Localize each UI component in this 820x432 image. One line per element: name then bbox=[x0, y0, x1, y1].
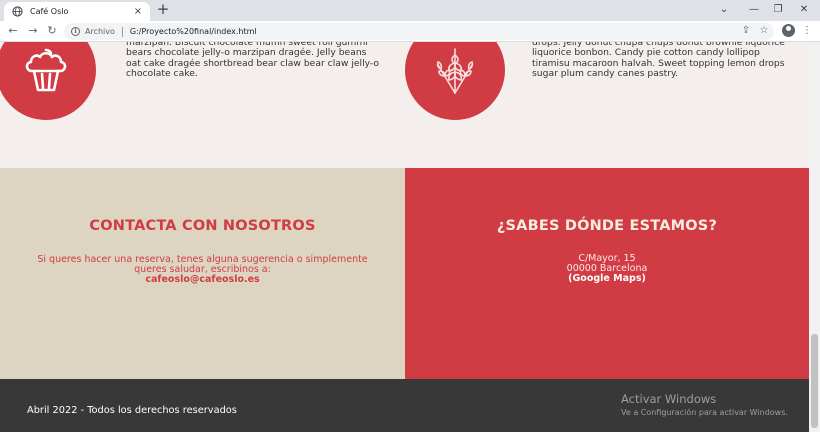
watermark-title: Activar Windows bbox=[621, 392, 717, 406]
address-url[interactable]: G:/Proyecto%20final/index.html bbox=[130, 27, 257, 36]
location-section: ¿SABES DÓNDE ESTAMOS? C/Mayor, 15 00000 … bbox=[405, 168, 809, 379]
profile-avatar-icon[interactable] bbox=[782, 24, 795, 37]
google-maps-link[interactable]: (Google Maps) bbox=[405, 274, 809, 284]
info-icon[interactable]: i bbox=[71, 27, 80, 36]
page-viewport: marzipan. Biscuit chocolate muffin sweet… bbox=[0, 42, 809, 432]
browser-tab[interactable]: Café Oslo × bbox=[4, 2, 150, 21]
feature-text-left: marzipan. Biscuit chocolate muffin sweet… bbox=[126, 42, 380, 80]
globe-icon bbox=[12, 6, 23, 17]
scrollbar-thumb[interactable] bbox=[811, 334, 818, 428]
new-tab-button[interactable]: + bbox=[155, 2, 171, 18]
reload-icon[interactable]: ↻ bbox=[45, 24, 59, 38]
footer-copyright: Abril 2022 - Todos los derechos reservad… bbox=[27, 405, 237, 416]
feature-text-right: drops. Jelly donut chupa chups donut bro… bbox=[532, 42, 785, 80]
wheat-icon bbox=[436, 48, 474, 94]
contact-email-link[interactable]: cafeoslo@cafeoslo.es bbox=[0, 274, 405, 285]
address-bar[interactable]: i Archivo G:/Proyecto%20final/index.html bbox=[64, 23, 774, 40]
windows-activation-watermark: Activar Windows Ve a Configuración para … bbox=[621, 392, 788, 417]
features-section: marzipan. Biscuit chocolate muffin sweet… bbox=[0, 42, 809, 168]
minimize-icon[interactable]: — bbox=[742, 2, 766, 18]
browser-toolbar: ← → ↻ i Archivo G:/Proyecto%20final/inde… bbox=[0, 21, 820, 42]
forward-icon[interactable]: → bbox=[26, 24, 40, 38]
browser-tab-strip: Café Oslo × + ⌄ — ❐ ✕ bbox=[0, 0, 820, 21]
back-icon[interactable]: ← bbox=[6, 24, 20, 38]
contact-section: CONTACTA CON NOSOTROS Si queres hacer un… bbox=[0, 168, 405, 379]
contact-title: CONTACTA CON NOSOTROS bbox=[89, 218, 316, 234]
page-scrollbar[interactable] bbox=[809, 42, 820, 432]
location-title: ¿SABES DÓNDE ESTAMOS? bbox=[496, 218, 718, 234]
tab-title: Café Oslo bbox=[30, 7, 69, 16]
browser-menu-icon[interactable]: ⋮ bbox=[800, 24, 814, 38]
wheat-icon-circle bbox=[405, 42, 505, 120]
share-icon[interactable]: ⇪ bbox=[739, 24, 753, 38]
tab-search-icon[interactable]: ⌄ bbox=[712, 2, 736, 18]
cupcake-icon bbox=[25, 48, 67, 92]
cupcake-icon-circle bbox=[0, 42, 96, 120]
address-divider bbox=[121, 26, 123, 37]
watermark-subtitle: Ve a Configuración para activar Windows. bbox=[621, 408, 788, 417]
contact-message: Si queres hacer una reserva, tenes algun… bbox=[37, 254, 368, 275]
bookmark-star-icon[interactable]: ☆ bbox=[757, 24, 771, 38]
restore-icon[interactable]: ❐ bbox=[766, 2, 790, 18]
close-icon[interactable]: × bbox=[131, 5, 145, 19]
window-close-icon[interactable]: ✕ bbox=[792, 2, 816, 18]
address-scheme-label: Archivo bbox=[85, 27, 115, 36]
